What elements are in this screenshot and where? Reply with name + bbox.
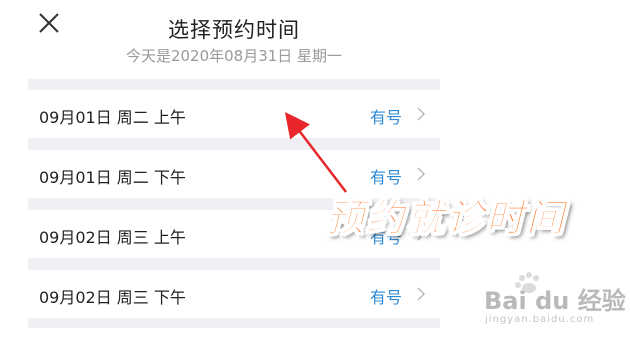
watermark-url: jingyan.baidu.com	[485, 314, 595, 325]
annotation-label: 预约就诊时间	[325, 196, 567, 241]
slot-date-label: 09月02日 周三 下午	[39, 288, 186, 307]
slot-status-available[interactable]: 有号	[370, 104, 402, 128]
slot-date-label: 09月01日 周二 下午	[39, 168, 186, 187]
appointment-time-panel: 选择预约时间 今天是2020年08月31日 星期一 09月01日 周二 上午 有…	[28, 0, 440, 341]
watermark-text: Bai du 经验	[484, 287, 626, 315]
time-slot-row-partial	[28, 328, 440, 341]
slot-date-label: 09月02日 周三 上午	[39, 228, 186, 247]
page-title: 选择预约时间	[168, 18, 300, 42]
slot-date-label: 09月01日 周二 上午	[39, 108, 186, 127]
chevron-right-icon	[417, 167, 426, 181]
slot-status-available[interactable]: 有号	[370, 164, 402, 188]
chevron-right-icon	[417, 287, 426, 301]
panel-header: 选择预约时间 今天是2020年08月31日 星期一	[28, 0, 440, 79]
slot-status-available[interactable]: 有号	[370, 284, 402, 308]
today-date-label: 今天是2020年08月31日 星期一	[125, 47, 343, 65]
chevron-right-icon	[417, 107, 426, 121]
time-slot-row[interactable]: 09月01日 周二 上午 有号	[28, 90, 440, 138]
time-slot-row[interactable]: 09月02日 周三 下午 有号	[28, 270, 440, 318]
screenshot-page: 选择预约时间 今天是2020年08月31日 星期一 09月01日 周二 上午 有…	[0, 0, 630, 341]
